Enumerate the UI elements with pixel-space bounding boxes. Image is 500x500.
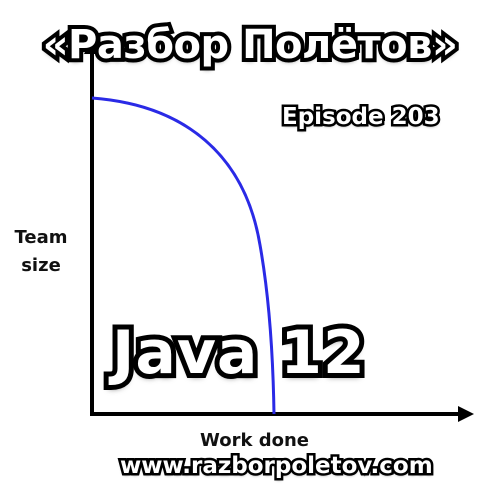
x-axis-label: Work done xyxy=(200,430,309,451)
y-axis-label-line-1: Team xyxy=(14,227,68,248)
y-axis-label: Team size xyxy=(10,224,72,280)
podcast-title: «Разбор Полётов» xyxy=(39,18,462,72)
website-url: www.razborpoletov.com xyxy=(118,451,436,482)
team-size-graph xyxy=(84,38,474,422)
episode-label: Episode 203 xyxy=(280,102,443,133)
y-axis-label-line-2: size xyxy=(21,255,61,276)
x-axis-arrowhead xyxy=(458,406,474,422)
podcast-cover: «Разбор Полётов» Episode 203 Team size J… xyxy=(0,0,500,500)
topic-title: Java 12 xyxy=(107,313,370,393)
